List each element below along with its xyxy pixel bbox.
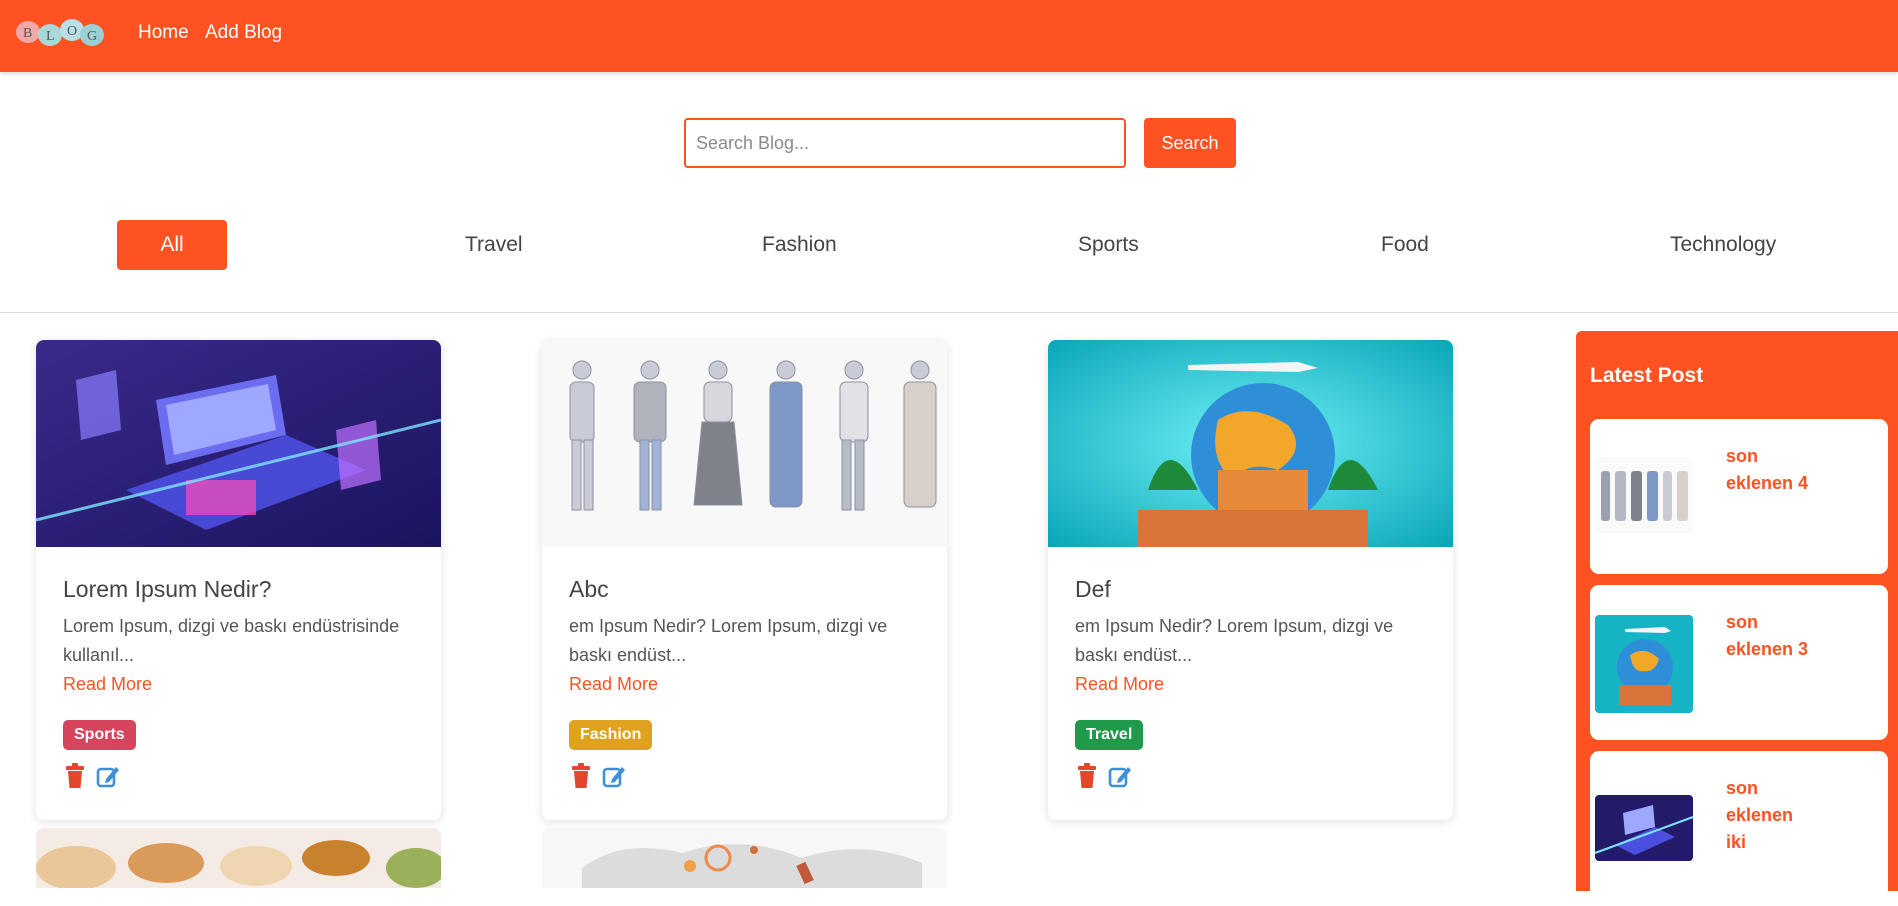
category-all[interactable]: All (117, 220, 227, 270)
sidebar-title: Latest Post (1590, 364, 1704, 387)
latest-post-title[interactable]: son eklenen 4 (1726, 443, 1816, 497)
search-input[interactable] (684, 118, 1126, 168)
category-fashion[interactable]: Fashion (762, 220, 837, 270)
logo-letter: B (23, 26, 32, 41)
trash-icon[interactable] (1075, 763, 1099, 789)
read-more-link[interactable]: Read More (1075, 674, 1164, 695)
post-excerpt: em Ipsum Nedir? Lorem Ipsum, dizgi ve ba… (1075, 616, 1394, 665)
post-title[interactable]: Abc (569, 576, 609, 603)
category-sports[interactable]: Sports (1078, 220, 1139, 270)
latest-post-thumbnail[interactable] (1595, 457, 1693, 533)
latest-post-thumbnail[interactable] (1595, 615, 1693, 713)
category-travel[interactable]: Travel (465, 220, 523, 270)
trash-icon[interactable] (569, 763, 593, 789)
post-title[interactable]: Lorem Ipsum Nedir? (63, 576, 271, 603)
edit-icon[interactable] (96, 763, 120, 789)
post-image[interactable] (1048, 340, 1453, 547)
navbar: B L O G Home Add Blog (0, 0, 1898, 72)
blog-card: Def em Ipsum Nedir? Lorem Ipsum, dizgi v… (1048, 340, 1453, 820)
latest-post-card[interactable]: son eklenen 4 (1590, 419, 1888, 574)
latest-post-thumbnail[interactable] (1595, 795, 1693, 861)
category-badge: Fashion (569, 720, 653, 750)
post-title[interactable]: Def (1075, 576, 1111, 603)
post-image[interactable] (542, 340, 947, 547)
latest-post-title[interactable]: son eklenen 3 (1726, 609, 1816, 663)
read-more-link[interactable]: Read More (569, 674, 658, 695)
logo-letter: O (67, 24, 77, 39)
post-image[interactable] (36, 828, 441, 888)
category-technology[interactable]: Technology (1670, 220, 1776, 270)
post-excerpt: Lorem Ipsum, dizgi ve baskı endüstrisind… (63, 616, 400, 665)
latest-post-card[interactable]: son eklenen iki (1590, 751, 1888, 906)
edit-icon[interactable] (1108, 763, 1132, 789)
category-food[interactable]: Food (1381, 220, 1429, 270)
category-badge: Travel (1075, 720, 1144, 750)
edit-icon[interactable] (602, 763, 626, 789)
post-image[interactable] (36, 340, 441, 547)
nav-add-blog-link[interactable]: Add Blog (205, 22, 282, 44)
post-image[interactable] (542, 828, 947, 888)
category-badge: Sports (63, 720, 136, 750)
search-button[interactable]: Search (1144, 118, 1236, 168)
post-excerpt: em Ipsum Nedir? Lorem Ipsum, dizgi ve ba… (569, 616, 888, 665)
blog-card: Lorem Ipsum Nedir? Lorem Ipsum, dizgi ve… (36, 340, 441, 820)
section-divider (0, 312, 1898, 313)
latest-posts-sidebar: Latest Post son eklenen 4 son eklenen 3 (1576, 331, 1898, 906)
blog-logo[interactable]: B L O G (14, 16, 108, 56)
read-more-link[interactable]: Read More (63, 674, 152, 695)
blog-card: Abc em Ipsum Nedir? Lorem Ipsum, dizgi v… (542, 340, 947, 820)
blog-card-partial[interactable] (542, 828, 947, 888)
latest-post-card[interactable]: son eklenen 3 (1590, 585, 1888, 740)
latest-post-title[interactable]: son eklenen iki (1726, 775, 1816, 856)
blog-card-partial[interactable] (36, 828, 441, 888)
logo-letter: G (87, 29, 97, 44)
logo-letter: L (46, 29, 55, 44)
trash-icon[interactable] (63, 763, 87, 789)
nav-home-link[interactable]: Home (138, 22, 189, 44)
